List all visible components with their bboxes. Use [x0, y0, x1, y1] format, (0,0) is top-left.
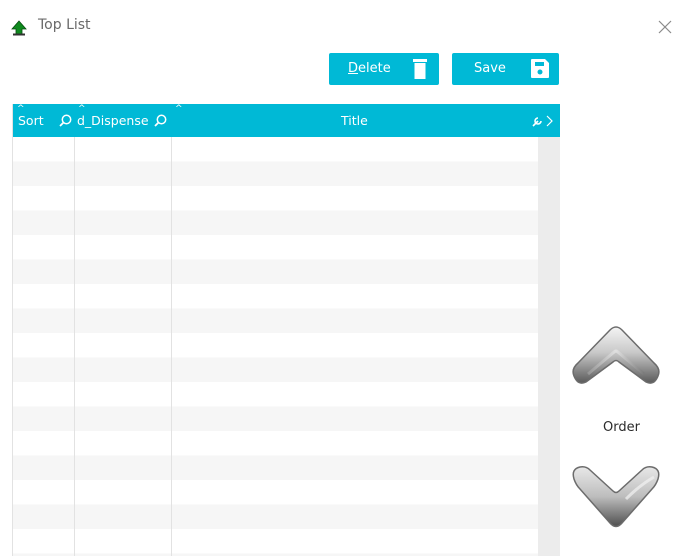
- column-header-dispense[interactable]: ^ d_Dispense: [74, 104, 171, 137]
- order-down-button[interactable]: [568, 455, 664, 535]
- column-divider: [74, 137, 75, 556]
- column-header-sort[interactable]: ^ Sort: [13, 104, 74, 137]
- grid-header: ^ Sort ^ d_Dispense ^ Title: [13, 104, 560, 137]
- column-divider: [171, 137, 172, 556]
- close-icon[interactable]: [656, 18, 674, 36]
- vertical-scrollbar[interactable]: [538, 137, 560, 556]
- green-arrow-up-icon: [11, 20, 27, 36]
- sort-caret-icon: ^: [175, 104, 183, 114]
- magnifier-icon[interactable]: [59, 114, 72, 127]
- floppy-disk-icon: [531, 59, 549, 78]
- delete-button[interactable]: Delete: [329, 53, 439, 85]
- save-button[interactable]: Save: [452, 53, 559, 85]
- top-list-grid[interactable]: ^ Sort ^ d_Dispense ^ Title: [12, 104, 560, 556]
- delete-button-label: Delete: [348, 61, 391, 76]
- order-up-button[interactable]: [568, 322, 664, 402]
- save-button-label: Save: [474, 61, 506, 76]
- magnifier-icon[interactable]: [154, 114, 167, 127]
- column-header-title[interactable]: ^ Title: [171, 104, 538, 137]
- column-header-title-label: Title: [341, 113, 368, 128]
- grid-body[interactable]: [13, 137, 538, 556]
- order-label: Order: [603, 420, 640, 435]
- window-title: Top List: [38, 17, 91, 33]
- wrench-icon[interactable]: [532, 116, 543, 127]
- column-header-sort-label: Sort: [18, 113, 44, 128]
- title-bar: Top List: [0, 0, 680, 56]
- column-header-dispense-label: d_Dispense: [77, 113, 149, 128]
- chevron-right-icon[interactable]: [546, 115, 554, 127]
- trash-icon: [413, 59, 427, 79]
